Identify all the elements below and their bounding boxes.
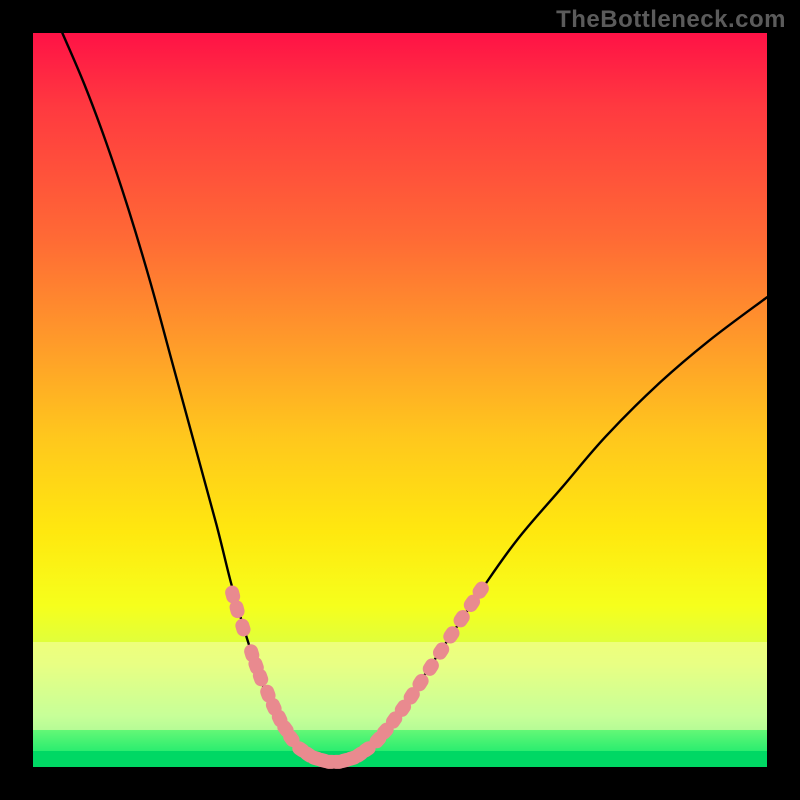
curve-layer [33, 33, 767, 767]
curve-marker [234, 617, 253, 638]
v-curve [62, 33, 767, 763]
marker-group [224, 579, 492, 770]
watermark-text: TheBottleneck.com [556, 6, 786, 34]
chart-frame: TheBottleneck.com [0, 0, 800, 800]
plot-area [33, 33, 767, 767]
